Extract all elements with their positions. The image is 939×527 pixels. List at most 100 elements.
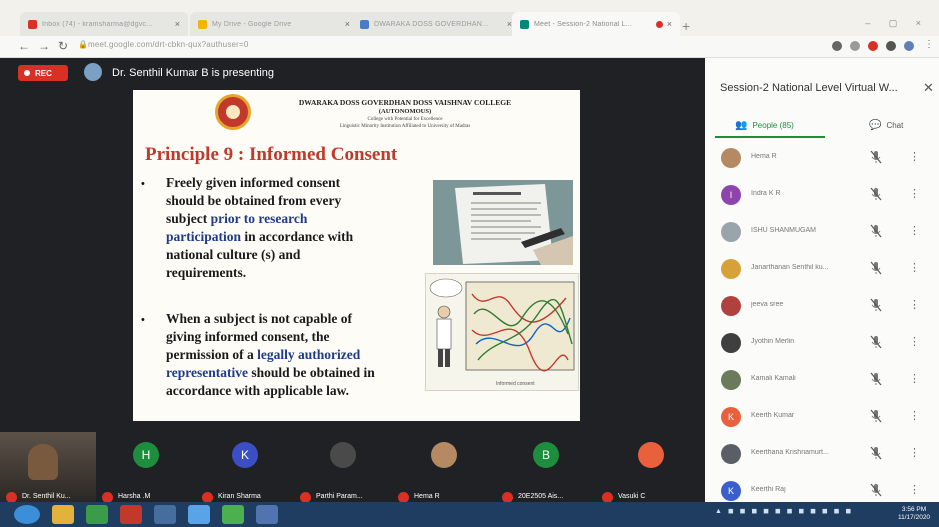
puzzle-icon[interactable] — [886, 41, 896, 51]
bookmark-star-icon[interactable] — [850, 41, 860, 51]
participant-avatar — [721, 222, 741, 242]
tab-drive[interactable]: My Drive - Google Drive × — [190, 12, 358, 36]
informed-consent-cartoon: Informed consent — [425, 273, 579, 391]
participant-tile[interactable]: H Harsha .M — [96, 432, 196, 503]
participant-row[interactable]: I Indra K R ⋮ — [705, 177, 939, 214]
cast-icon[interactable] — [832, 41, 842, 51]
profile-avatar[interactable] — [904, 41, 914, 51]
document-icon — [360, 19, 369, 29]
opera-icon[interactable] — [120, 505, 142, 524]
gmail-icon — [28, 19, 37, 29]
tab-people[interactable]: 👥 People (85) — [735, 120, 794, 131]
mic-off-icon[interactable] — [869, 297, 883, 313]
close-icon[interactable]: × — [175, 19, 180, 29]
close-icon[interactable]: × — [667, 19, 672, 29]
mic-off-icon[interactable] — [869, 260, 883, 276]
text-span: permission of a — [166, 347, 258, 362]
start-button[interactable] — [14, 505, 40, 524]
participant-tile[interactable]: Dr. Senthil Ku... — [0, 432, 96, 503]
more-options-icon[interactable]: ⋮ — [909, 224, 920, 237]
reload-icon[interactable]: ↻ — [58, 39, 68, 53]
participant-name: Janarthanan Senthil ku... — [751, 264, 829, 271]
tab-college[interactable]: DWARAKA DOSS GOVERDHAN... × — [352, 12, 520, 36]
meeting-title: Session-2 National Level Virtual W... — [720, 82, 898, 94]
participant-avatar: K — [721, 481, 741, 501]
participant-tile[interactable]: B 20E2505 Ais... — [496, 432, 596, 503]
mic-off-icon[interactable] — [869, 186, 883, 202]
presentation-slide: DWARAKA DOSS GOVERDHAN DOSS VAISHNAV COL… — [133, 90, 580, 421]
highlighted-text: prior to research — [210, 211, 308, 226]
mic-off-icon[interactable] — [869, 445, 883, 461]
avatar-initial: B — [541, 448, 550, 462]
app-window-icon[interactable] — [256, 505, 278, 524]
tile-avatar: K — [232, 442, 258, 468]
participant-tile[interactable]: Vasuki C — [596, 432, 705, 503]
app-icon[interactable] — [154, 505, 176, 524]
participant-row[interactable]: Jyothin Merlin ⋮ — [705, 325, 939, 362]
back-icon[interactable]: ← — [18, 39, 30, 53]
participant-tile[interactable]: Hema R — [392, 432, 496, 503]
text-span: subject — [166, 211, 211, 226]
more-options-icon[interactable]: ⋮ — [909, 150, 920, 163]
participant-row[interactable]: Kamali Kamali ⋮ — [705, 362, 939, 399]
avatar-initial: I — [729, 190, 733, 200]
window-controls[interactable]: – ▢ × — [865, 18, 929, 29]
more-options-icon[interactable]: ⋮ — [909, 261, 920, 274]
college-tagline: College with Potential for Excellence — [367, 117, 443, 122]
file-explorer-icon[interactable] — [52, 505, 74, 524]
chrome-window-icon[interactable] — [222, 505, 244, 524]
mic-off-icon[interactable] — [869, 482, 883, 498]
image-caption: Informed consent — [496, 381, 535, 387]
browser-menu-icon[interactable]: ⋮ — [924, 39, 934, 50]
participant-row[interactable]: Janarthanan Senthil ku... ⋮ — [705, 251, 939, 288]
chrome-icon[interactable] — [86, 505, 108, 524]
participant-avatar — [721, 259, 741, 279]
more-options-icon[interactable]: ⋮ — [909, 483, 920, 496]
participant-avatar: K — [721, 407, 741, 427]
tab-title: DWARAKA DOSS GOVERDHAN... — [374, 20, 489, 28]
participant-avatar — [721, 444, 741, 464]
participant-tile[interactable]: K Kiran Sharma — [196, 432, 294, 503]
participant-row[interactable]: jeeva sree ⋮ — [705, 288, 939, 325]
mic-off-icon[interactable] — [869, 334, 883, 350]
browser-tab-bar: Inbox (74) - kramsharma@dgvc... × My Dri… — [0, 8, 939, 36]
highlighted-text: participation — [166, 229, 242, 244]
participant-row[interactable]: Keerthana Krishnamurt... ⋮ — [705, 436, 939, 473]
lock-icon[interactable]: 🔒 — [78, 40, 88, 49]
participant-tile[interactable]: Parthi Param... — [294, 432, 392, 503]
participant-row[interactable]: ISHU SHANMUGAM ⋮ — [705, 214, 939, 251]
extension-icon[interactable] — [868, 41, 878, 51]
more-options-icon[interactable]: ⋮ — [909, 335, 920, 348]
more-options-icon[interactable]: ⋮ — [909, 446, 920, 459]
more-options-icon[interactable]: ⋮ — [909, 187, 920, 200]
url-field[interactable]: meet.google.com/drt-cbkn-qux?authuser=0 — [88, 40, 249, 49]
more-options-icon[interactable]: ⋮ — [909, 409, 920, 422]
mic-off-icon[interactable] — [869, 149, 883, 165]
edge-icon[interactable] — [188, 505, 210, 524]
more-options-icon[interactable]: ⋮ — [909, 372, 920, 385]
presenter-avatar — [84, 63, 102, 81]
mic-off-icon[interactable] — [869, 371, 883, 387]
mic-off-icon[interactable] — [869, 223, 883, 239]
bullet-icon: • — [141, 178, 145, 190]
college-affiliation: Linguistic Minority Institution Affiliat… — [339, 124, 471, 129]
participant-name: Kamali Kamali — [751, 375, 796, 382]
tab-gmail[interactable]: Inbox (74) - kramsharma@dgvc... × — [20, 12, 188, 36]
active-tab-indicator — [715, 136, 825, 138]
new-tab-button[interactable]: + — [682, 18, 690, 34]
text-line: participation in accordance with — [166, 228, 353, 246]
text-line: permission of a legally authorized — [166, 346, 375, 364]
tab-chat[interactable]: 💬 Chat — [869, 120, 903, 131]
more-options-icon[interactable]: ⋮ — [909, 298, 920, 311]
clock[interactable]: 3:56 PM 11/17/2020 — [898, 506, 930, 522]
participant-row[interactable]: Hema R ⋮ — [705, 140, 939, 177]
close-panel-icon[interactable]: ✕ — [923, 80, 934, 96]
tab-meet[interactable]: Meet - Session-2 National L... × — [512, 12, 680, 36]
forward-icon[interactable]: → — [38, 39, 50, 53]
tile-name: Vasuki C — [618, 493, 646, 500]
bullet-2-text: When a subject is not capable of giving … — [166, 310, 375, 400]
system-tray[interactable]: ▲ ◼ ◼ ◼ ◼ ◼ ◼ ◼ ◼ ◼ ◼ ◼ — [715, 507, 853, 515]
close-icon[interactable]: × — [345, 19, 350, 29]
participant-row[interactable]: K Keerth Kumar ⋮ — [705, 399, 939, 436]
mic-off-icon[interactable] — [869, 408, 883, 424]
